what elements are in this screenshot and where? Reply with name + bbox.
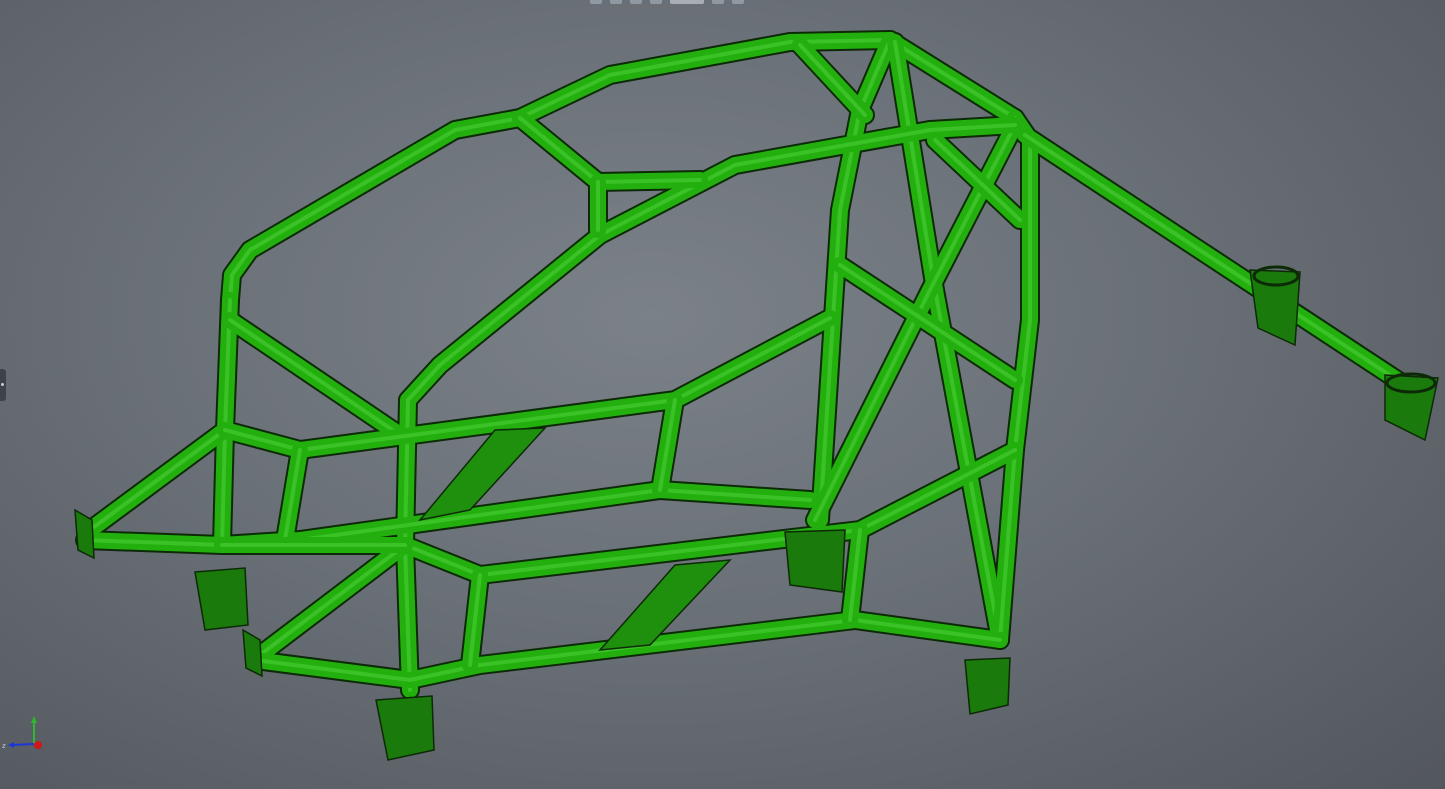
cage-tube-highlight [88, 428, 227, 532]
cage-tube-highlight [258, 543, 407, 657]
cage-mount-foot[interactable] [784, 529, 846, 593]
cage-mount-foot[interactable] [964, 657, 1011, 715]
cage-mount-foot[interactable] [242, 628, 263, 678]
cage-tube-highlight [228, 318, 402, 437]
cage-mount-foot[interactable] [1384, 374, 1439, 442]
axis-triad-icon: z [2, 716, 42, 750]
cage-tube-highlight [798, 43, 867, 117]
cage-tube-highlight [1023, 133, 1422, 397]
roll-cage-model[interactable] [0, 0, 1445, 789]
roll-cage-tubes [75, 30, 1430, 700]
cage-mount-foot[interactable] [375, 695, 435, 761]
svg-text:z: z [2, 742, 6, 750]
cage-mount-foot[interactable] [194, 567, 249, 631]
graphics-viewport[interactable]: z [0, 0, 1445, 789]
